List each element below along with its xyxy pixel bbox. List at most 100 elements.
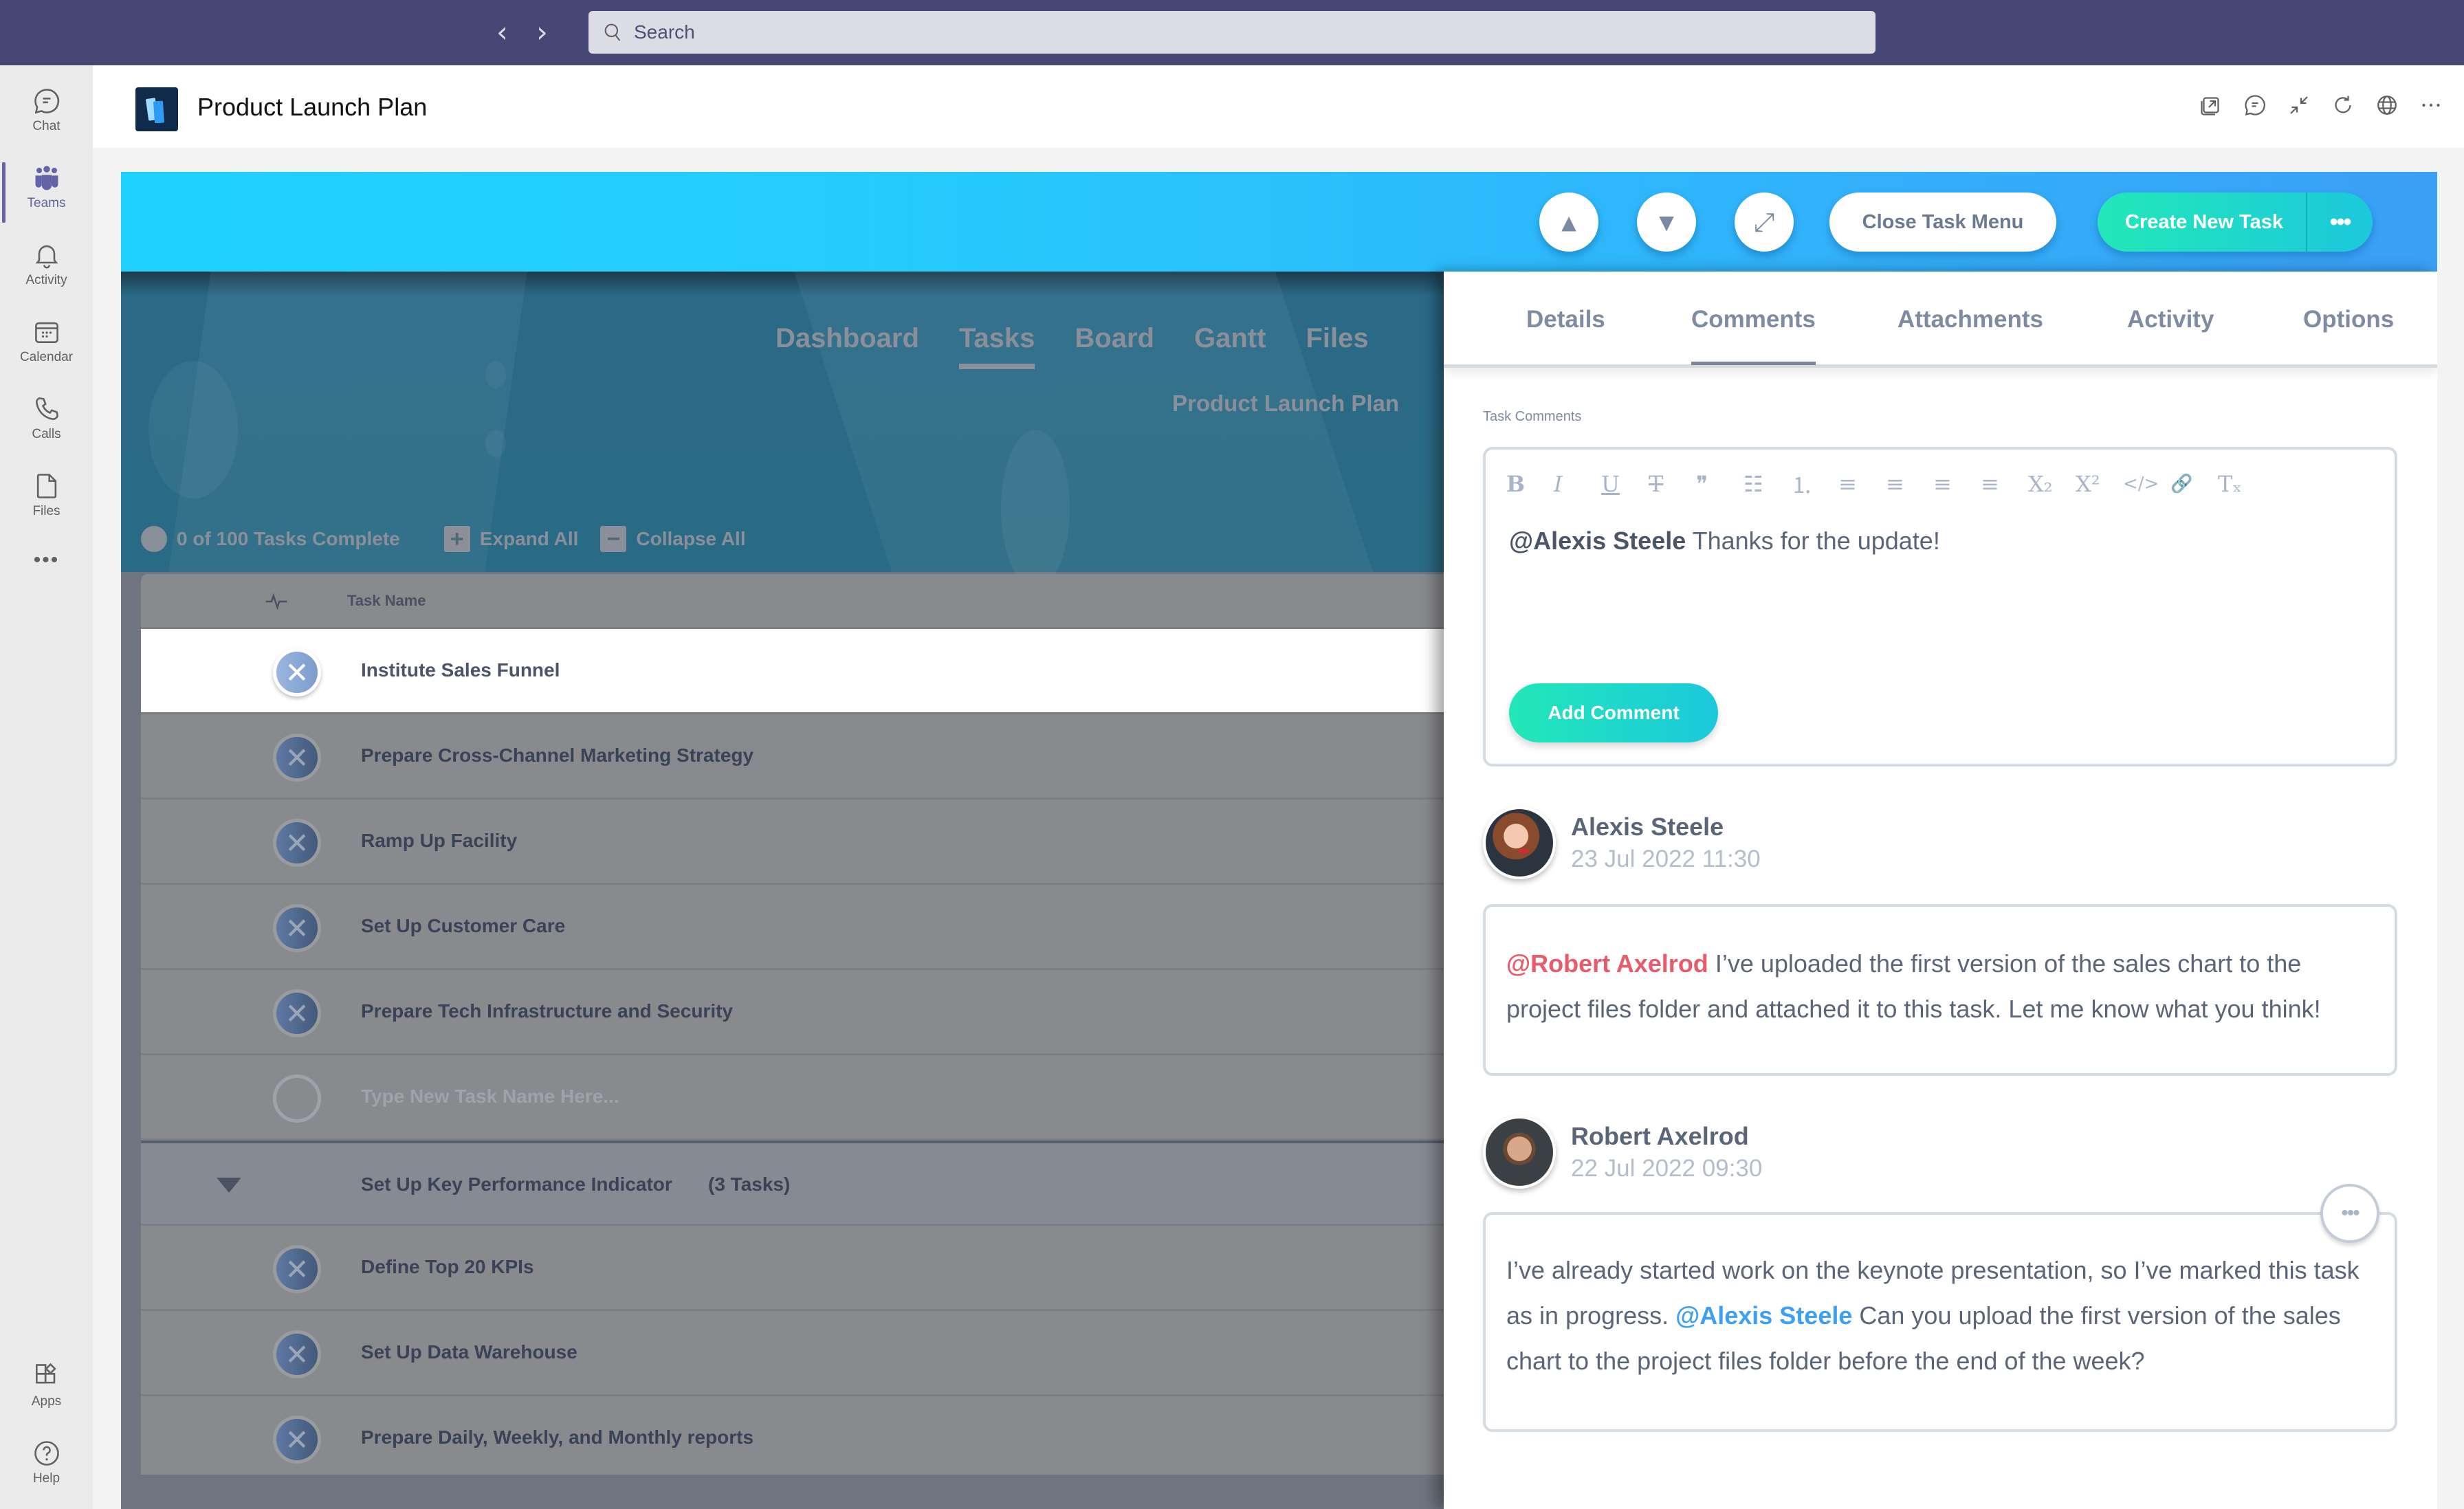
comment-editor[interactable]: B I U T ❞ ☷ ⒈ ≡ ≡ ≡ ≡ X₂ X² </> 🔗 Tₓ @Al… bbox=[1483, 447, 2397, 767]
task-row[interactable]: ✕ Set Up Data Warehouse bbox=[141, 1311, 1444, 1396]
tab-details[interactable]: Details bbox=[1526, 306, 1605, 333]
rail-item-help[interactable]: Help bbox=[0, 1428, 93, 1497]
align-right-icon[interactable]: ≡ bbox=[1981, 470, 2028, 498]
mention[interactable]: @Robert Axelrod bbox=[1506, 949, 1708, 978]
forward-button[interactable]: › bbox=[536, 15, 548, 49]
strikethrough-icon[interactable]: T bbox=[1649, 470, 1696, 498]
website-button[interactable] bbox=[2375, 93, 2399, 118]
collapse-button[interactable] bbox=[2287, 93, 2311, 118]
tab-attachments[interactable]: Attachments bbox=[1898, 306, 2043, 333]
task-row[interactable]: ✕ Prepare Tech Infrastructure and Securi… bbox=[141, 970, 1444, 1055]
task-check-button[interactable]: ✕ bbox=[273, 734, 321, 782]
task-name[interactable]: Set Up Data Warehouse bbox=[361, 1341, 578, 1363]
nav-dashboard[interactable]: Dashboard bbox=[776, 323, 919, 354]
task-check-button[interactable]: ✕ bbox=[273, 648, 321, 696]
task-row[interactable]: ✕ Institute Sales Funnel bbox=[141, 629, 1444, 714]
task-name[interactable]: Prepare Cross-Channel Marketing Strategy bbox=[361, 745, 754, 767]
app-rail: Chat Teams Activity Calendar Calls Files… bbox=[0, 65, 93, 1509]
popout-button[interactable] bbox=[2199, 93, 2223, 118]
expand-panel-button[interactable]: ⤢ bbox=[1735, 192, 1794, 252]
refresh-button[interactable] bbox=[2331, 93, 2355, 118]
progress-dot-icon bbox=[141, 526, 167, 552]
numbered-list-icon[interactable]: ⒈ bbox=[1791, 470, 1838, 498]
task-check-button[interactable]: ✕ bbox=[273, 819, 321, 867]
subscript-icon[interactable]: X₂ bbox=[2028, 470, 2076, 498]
chevron-right-icon: › bbox=[536, 15, 548, 49]
code-icon[interactable]: </> bbox=[2123, 470, 2170, 498]
arrow-up-icon: ▲ bbox=[1561, 210, 1576, 234]
rail-item-calls[interactable]: Calls bbox=[0, 384, 93, 452]
task-row[interactable]: ✕ Prepare Daily, Weekly, and Monthly rep… bbox=[141, 1396, 1444, 1475]
conversation-button[interactable] bbox=[2243, 93, 2267, 118]
nav-gantt[interactable]: Gantt bbox=[1194, 323, 1266, 354]
task-name[interactable]: Institute Sales Funnel bbox=[361, 659, 560, 681]
back-button[interactable]: ‹ bbox=[496, 15, 508, 49]
tab-comments[interactable]: Comments bbox=[1691, 306, 1816, 365]
rail-item-chat[interactable]: Chat bbox=[0, 76, 93, 144]
rail-item-activity[interactable]: Activity bbox=[0, 230, 93, 298]
create-task-more-button[interactable]: ••• bbox=[2307, 192, 2373, 252]
column-task-name[interactable]: Task Name bbox=[347, 592, 426, 610]
task-row[interactable]: ✕ Prepare Cross-Channel Marketing Strate… bbox=[141, 714, 1444, 800]
task-comments-label: Task Comments bbox=[1483, 409, 1582, 424]
align-left-icon[interactable]: ≡ bbox=[1886, 470, 1933, 498]
rail-item-files[interactable]: Files bbox=[0, 461, 93, 529]
collapse-all-button[interactable]: Collapse All bbox=[636, 528, 745, 550]
task-group-row[interactable]: Set Up Key Performance Indicator (3 Task… bbox=[141, 1141, 1444, 1226]
task-name[interactable]: Define Top 20 KPIs bbox=[361, 1256, 534, 1278]
task-check-button[interactable]: ✕ bbox=[273, 904, 321, 952]
expand-all-button[interactable]: Expand All bbox=[480, 528, 579, 550]
task-check-button[interactable]: ✕ bbox=[273, 1245, 321, 1293]
task-name[interactable]: Set Up Customer Care bbox=[361, 915, 565, 937]
superscript-icon[interactable]: X² bbox=[2076, 470, 2123, 498]
next-task-button[interactable]: ▼ bbox=[1637, 192, 1696, 252]
rail-item-calendar[interactable]: Calendar bbox=[0, 307, 93, 375]
task-check-button[interactable]: ✕ bbox=[273, 1330, 321, 1378]
link-icon[interactable]: 🔗 bbox=[2170, 470, 2218, 498]
tab-activity[interactable]: Activity bbox=[2127, 306, 2214, 333]
previous-task-button[interactable]: ▲ bbox=[1539, 192, 1598, 252]
clear-format-icon[interactable]: Tₓ bbox=[2218, 470, 2265, 498]
comment-more-button[interactable]: ••• bbox=[2320, 1184, 2379, 1243]
underline-icon[interactable]: U bbox=[1601, 470, 1649, 498]
comment-date: 22 Jul 2022 09:30 bbox=[1571, 1155, 1763, 1182]
new-task-input[interactable]: Type New Task Name Here... bbox=[361, 1086, 619, 1108]
caret-down-icon[interactable] bbox=[217, 1178, 241, 1193]
tab-options[interactable]: Options bbox=[2303, 306, 2394, 333]
rail-item-apps[interactable]: Apps bbox=[0, 1351, 93, 1420]
align-justify-icon[interactable]: ≡ bbox=[1838, 470, 1886, 498]
task-name[interactable]: Prepare Tech Infrastructure and Security bbox=[361, 1000, 733, 1022]
bold-icon[interactable]: B bbox=[1506, 470, 1554, 498]
phone-icon bbox=[35, 397, 58, 420]
nav-board[interactable]: Board bbox=[1075, 323, 1154, 354]
group-name[interactable]: Set Up Key Performance Indicator bbox=[361, 1174, 672, 1196]
expand-all-icon[interactable]: + bbox=[443, 526, 470, 552]
search-input[interactable]: Search bbox=[588, 11, 1876, 54]
new-task-row[interactable]: Type New Task Name Here... bbox=[141, 1055, 1444, 1141]
create-new-task-button[interactable]: Create New Task ••• bbox=[2098, 192, 2373, 252]
more-options-button[interactable] bbox=[2419, 93, 2443, 118]
task-name[interactable]: Prepare Daily, Weekly, and Monthly repor… bbox=[361, 1427, 754, 1449]
task-name[interactable]: Ramp Up Facility bbox=[361, 830, 517, 852]
bullet-list-icon[interactable]: ☷ bbox=[1744, 470, 1791, 498]
editor-toolbar: B I U T ❞ ☷ ⒈ ≡ ≡ ≡ ≡ X₂ X² </> 🔗 Tₓ bbox=[1506, 470, 2265, 498]
align-center-icon[interactable]: ≡ bbox=[1933, 470, 1981, 498]
rail-item-teams[interactable]: Teams bbox=[0, 153, 93, 223]
task-row[interactable]: ✕ Ramp Up Facility bbox=[141, 800, 1444, 885]
nav-tasks[interactable]: Tasks bbox=[958, 323, 1035, 369]
rail-item-more[interactable]: ••• bbox=[0, 526, 93, 595]
task-row[interactable]: ✕ Define Top 20 KPIs bbox=[141, 1226, 1444, 1311]
quote-icon[interactable]: ❞ bbox=[1696, 470, 1744, 498]
task-check-button[interactable]: ✕ bbox=[273, 989, 321, 1037]
italic-icon[interactable]: I bbox=[1554, 470, 1601, 498]
add-comment-button[interactable]: Add Comment bbox=[1509, 683, 1718, 742]
task-row[interactable]: ✕ Set Up Customer Care bbox=[141, 885, 1444, 970]
rail-label: Calendar bbox=[19, 350, 74, 364]
close-task-menu-button[interactable]: Close Task Menu bbox=[1829, 192, 2056, 252]
task-check-button[interactable]: ✕ bbox=[273, 1416, 321, 1464]
nav-files[interactable]: Files bbox=[1306, 323, 1368, 354]
mention[interactable]: @Alexis Steele bbox=[1675, 1301, 1852, 1330]
comment-author: Robert Axelrod bbox=[1571, 1122, 1749, 1150]
comment-input[interactable]: @Alexis Steele Thanks for the update! bbox=[1509, 527, 1940, 555]
collapse-all-icon[interactable]: − bbox=[600, 526, 627, 552]
